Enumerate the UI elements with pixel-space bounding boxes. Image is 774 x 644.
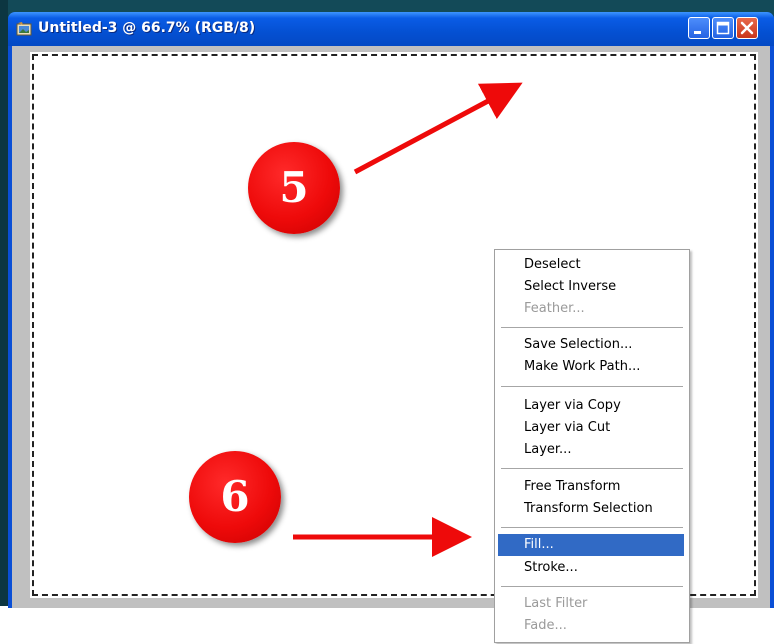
slide-left-edge [0, 0, 8, 644]
close-button[interactable] [736, 17, 758, 39]
menu-separator [501, 527, 683, 528]
menu-item-stroke[interactable]: Stroke... [498, 557, 684, 579]
menu-item-select-inverse[interactable]: Select Inverse [498, 276, 684, 298]
menu-separator [501, 468, 683, 469]
callout-step-5: 5 [248, 142, 340, 234]
menu-item-fill[interactable]: Fill... [498, 534, 684, 556]
callout-step-6: 6 [189, 451, 281, 543]
menu-item-layer-via-copy[interactable]: Layer via Copy [498, 395, 684, 417]
minimize-icon [694, 31, 701, 34]
context-menu: Deselect Select Inverse Feather... Save … [494, 249, 690, 643]
menu-item-layer[interactable]: Layer... [498, 439, 684, 461]
window-title: Untitled-3 @ 66.7% (RGB/8) [38, 20, 256, 36]
menu-item-free-transform[interactable]: Free Transform [498, 476, 684, 498]
menu-item-layer-via-cut[interactable]: Layer via Cut [498, 417, 684, 439]
menu-separator [501, 386, 683, 387]
menu-separator [501, 586, 683, 587]
menu-item-save-selection[interactable]: Save Selection... [498, 334, 684, 356]
maximize-button[interactable] [712, 17, 734, 39]
close-icon [740, 21, 754, 35]
menu-separator [501, 327, 683, 328]
menu-item-deselect[interactable]: Deselect [498, 254, 684, 276]
title-bar[interactable]: Untitled-3 @ 66.7% (RGB/8) [8, 12, 774, 46]
menu-item-fade[interactable]: Fade... [498, 615, 684, 637]
maximize-icon [716, 21, 730, 35]
photoshop-document-icon[interactable] [16, 21, 32, 37]
menu-item-make-work-path[interactable]: Make Work Path... [498, 356, 684, 378]
menu-item-feather[interactable]: Feather... [498, 298, 684, 320]
minimize-button[interactable] [688, 17, 710, 39]
menu-item-last-filter[interactable]: Last Filter [498, 593, 684, 615]
menu-item-transform-selection[interactable]: Transform Selection [498, 498, 684, 520]
